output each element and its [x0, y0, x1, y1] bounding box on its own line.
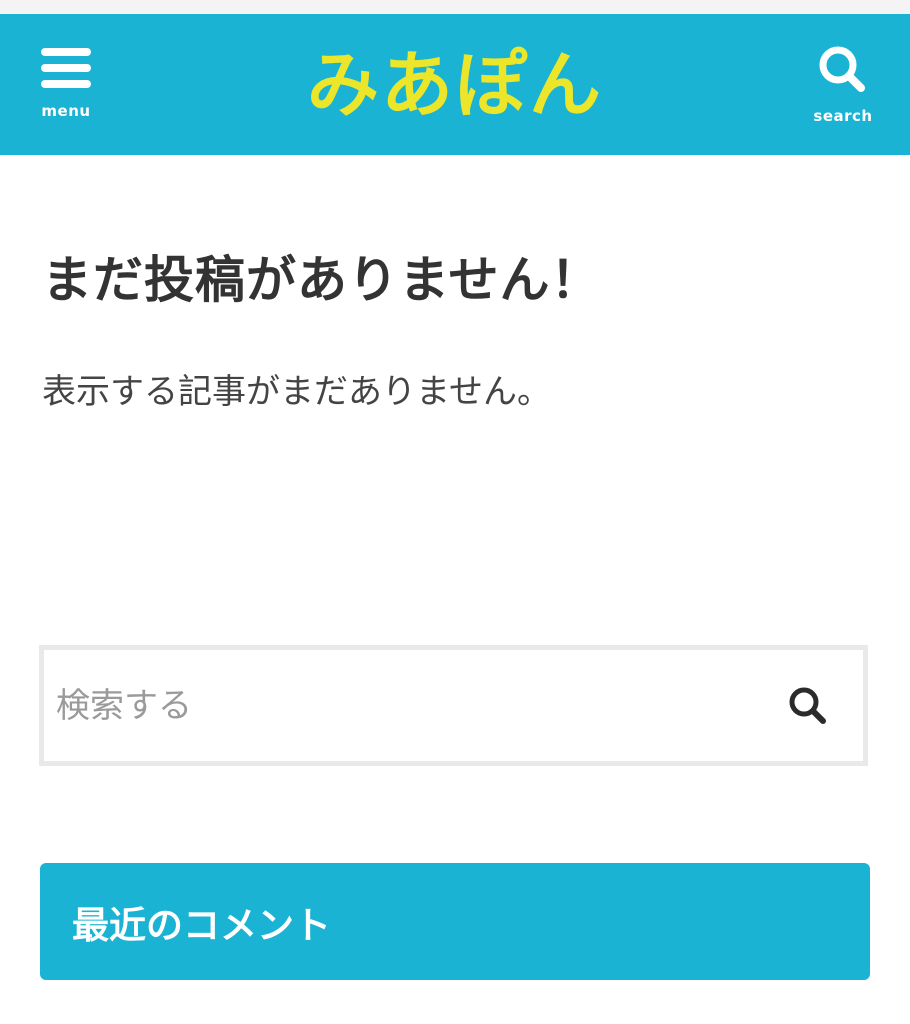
search-icon	[789, 687, 826, 724]
menu-button[interactable]: menu	[21, 28, 111, 138]
header-search-button[interactable]: search	[798, 28, 888, 138]
page-title: まだ投稿がありません！	[42, 251, 602, 309]
page: menu みあぽん search まだ投稿がありません！ 表示する記事がまだあり…	[0, 0, 910, 1024]
site-header: menu みあぽん search	[0, 14, 910, 155]
recent-comments-widget-header: 最近のコメント	[40, 863, 870, 980]
search-icon	[819, 46, 865, 92]
search-input[interactable]	[54, 650, 756, 761]
widget-title: 最近のコメント	[72, 903, 331, 947]
site-logo[interactable]: みあぽん	[290, 28, 620, 128]
search-label: search	[813, 107, 873, 125]
empty-message: 表示する記事がまだありません。	[42, 372, 551, 412]
search-submit-button[interactable]	[781, 681, 835, 731]
menu-label: menu	[41, 102, 91, 120]
browser-top-strip	[0, 0, 910, 14]
hamburger-icon	[41, 48, 91, 88]
search-form	[39, 645, 868, 766]
